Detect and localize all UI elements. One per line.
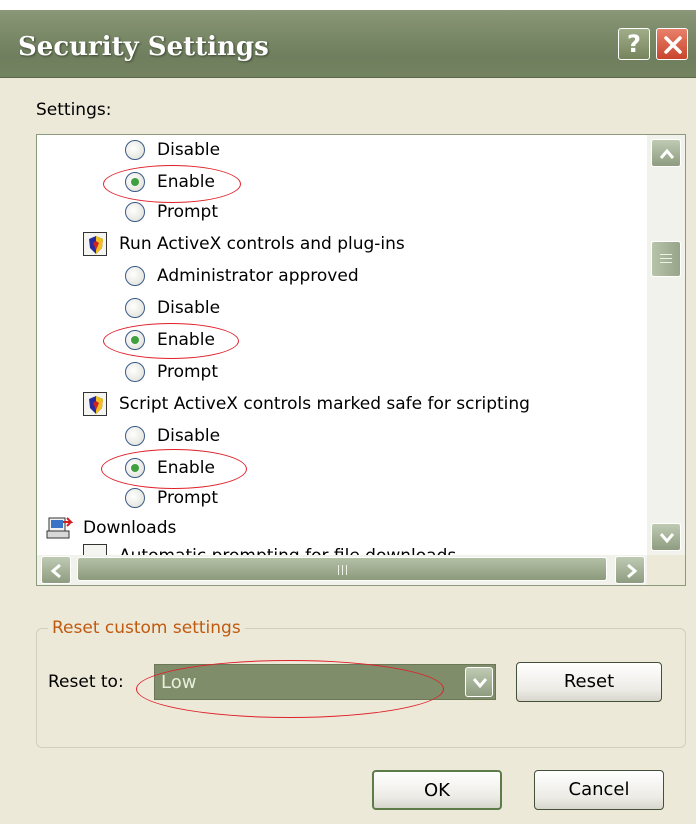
chevron-left-icon [50,564,61,578]
list-item[interactable]: Disable [125,135,220,165]
category-item[interactable]: Script ActiveX controls marked safe for … [83,389,530,419]
window-title: Security Settings [18,32,269,62]
horizontal-scroll-thumb[interactable] [77,557,607,581]
radio-button[interactable] [125,488,145,508]
reset-level-dropdown[interactable]: Low [154,664,496,700]
list-item[interactable]: Prompt [125,197,218,227]
activex-shield-icon [83,232,107,256]
radio-label: Administrator approved [157,266,359,286]
reset-group-legend: Reset custom settings [48,618,245,638]
scrollbar-corner [647,555,685,585]
section-label: Downloads [83,518,177,538]
list-item[interactable]: Administrator approved [125,261,359,291]
radio-label: Prompt [157,488,218,508]
vertical-scrollbar[interactable] [647,135,685,555]
category-label: Run ActiveX controls and plug-ins [119,234,405,254]
close-button[interactable] [656,28,688,60]
chevron-down-icon [659,533,675,544]
radio-button[interactable] [125,202,145,222]
title-bar[interactable]: Security Settings ? [0,10,696,78]
radio-button-selected[interactable] [125,458,145,478]
list-item[interactable]: Prompt [125,357,218,387]
category-label: Automatic prompting for file downloads [119,546,456,555]
activex-shield-icon [83,392,107,416]
reset-button[interactable]: Reset [516,662,662,702]
radio-label: Disable [157,298,221,318]
chevron-down-icon [472,678,488,689]
scroll-down-button[interactable] [651,523,681,551]
category-label: Script ActiveX controls marked safe for … [119,394,530,414]
radio-label: Disable [157,140,221,160]
scroll-up-button[interactable] [651,139,681,167]
radio-label: Prompt [157,362,218,382]
category-item[interactable]: Automatic prompting for file downloads [83,541,456,555]
settings-tree: Disable Enable Prompt Run ActiveX contro… [37,135,647,555]
list-item[interactable]: Enable [125,453,215,483]
scroll-right-button[interactable] [615,556,645,584]
chevron-right-icon [627,564,638,578]
download-prompt-icon [83,544,107,555]
close-icon [664,36,682,54]
vertical-scroll-thumb[interactable] [651,241,681,277]
radio-button[interactable] [125,426,145,446]
list-item[interactable]: Enable [125,167,215,197]
dropdown-arrow-button[interactable] [465,667,493,697]
settings-list[interactable]: Disable Enable Prompt Run ActiveX contro… [36,134,686,586]
cancel-button[interactable]: Cancel [534,770,664,810]
section-item[interactable]: Downloads [45,513,176,543]
ok-button[interactable]: OK [372,770,502,810]
settings-label: Settings: [36,100,112,120]
dialog-body: Settings: Disable Enable Prompt Run Acti… [0,78,696,824]
help-button[interactable]: ? [618,28,650,60]
downloads-icon [46,517,73,539]
list-item[interactable]: Disable [125,293,220,323]
horizontal-scrollbar[interactable] [37,555,685,585]
category-item[interactable]: Run ActiveX controls and plug-ins [83,229,405,259]
radio-button[interactable] [125,140,145,160]
radio-button[interactable] [125,266,145,286]
radio-button-selected[interactable] [125,172,145,192]
list-item[interactable]: Prompt [125,483,218,513]
radio-label: Disable [157,426,221,446]
radio-label: Enable [157,330,215,350]
list-item[interactable]: Disable [125,421,220,451]
reset-to-label: Reset to: [48,672,124,692]
radio-button[interactable] [125,298,145,318]
radio-label: Enable [157,172,215,192]
radio-label: Prompt [157,202,218,222]
radio-button-selected[interactable] [125,330,145,350]
scroll-left-button[interactable] [41,556,71,584]
radio-label: Enable [157,458,215,478]
security-settings-dialog: Security Settings ? Settings: Disable En… [0,10,696,824]
chevron-up-icon [659,148,675,159]
reset-level-value: Low [161,672,197,693]
list-item[interactable]: Enable [125,325,215,355]
radio-button[interactable] [125,362,145,382]
